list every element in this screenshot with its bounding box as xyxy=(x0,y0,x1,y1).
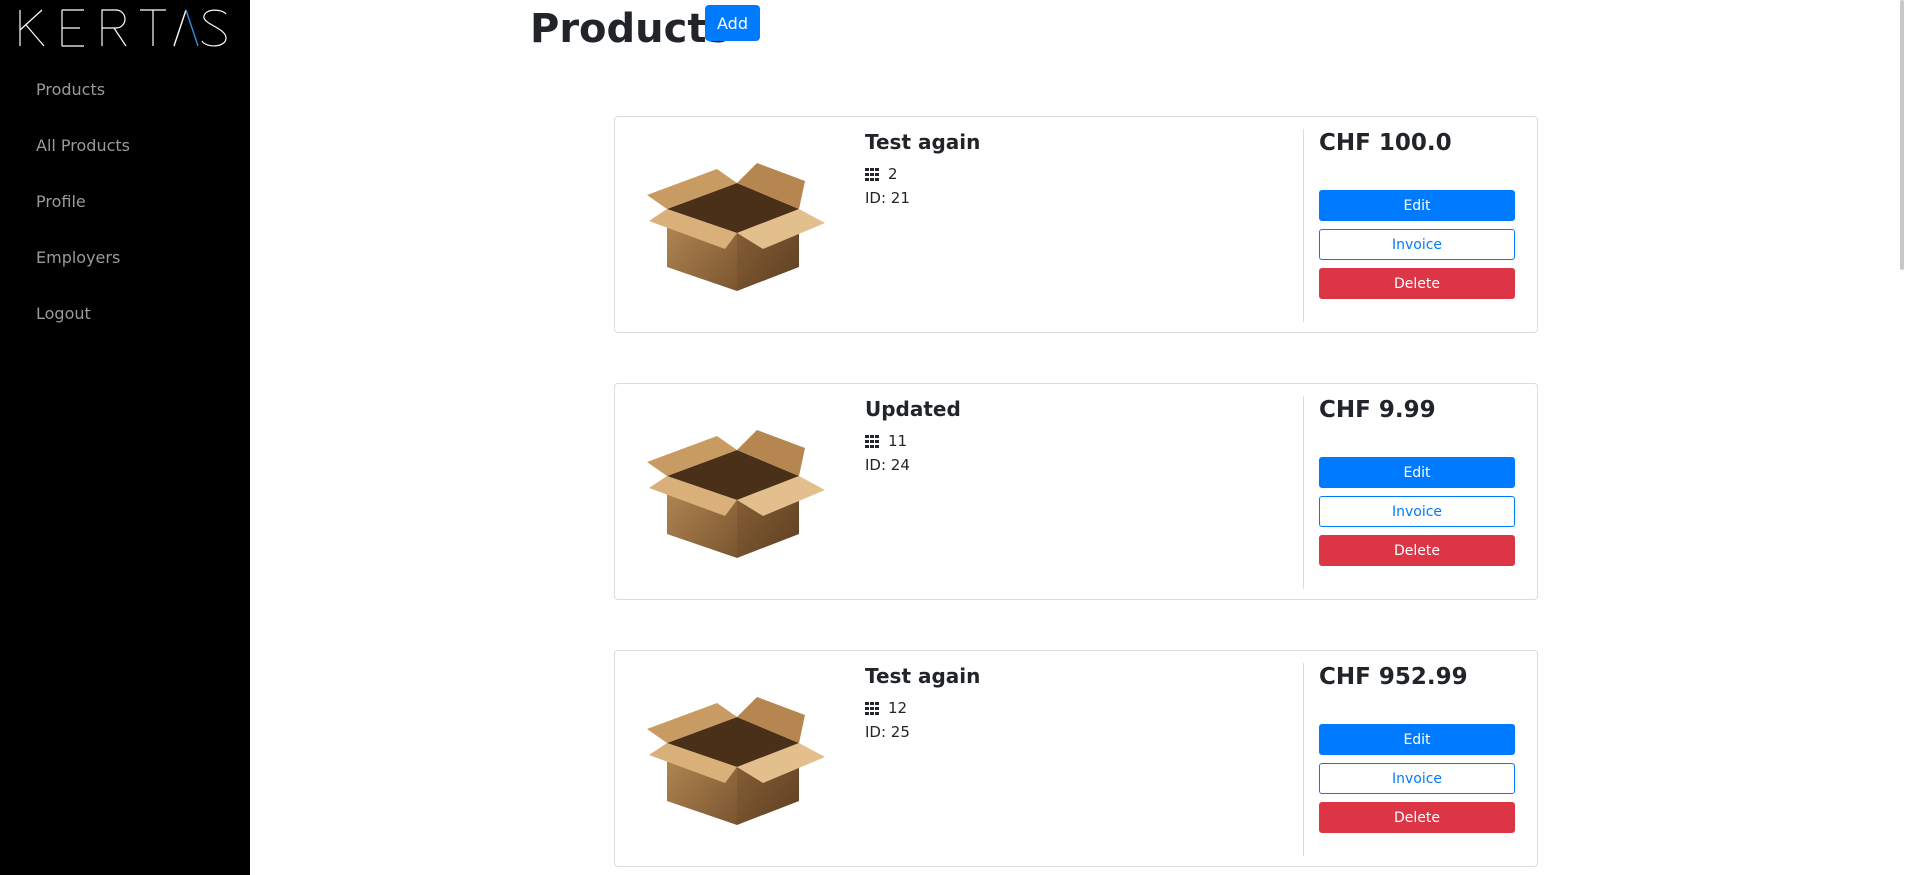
grid-icon xyxy=(865,701,879,715)
page-title: Products xyxy=(530,6,731,52)
sidebar-item-all-products[interactable]: All Products xyxy=(36,136,130,155)
product-card: Test again 12 ID: 25 CHF 952.99 Edit Inv… xyxy=(614,650,1538,867)
edit-button[interactable]: Edit xyxy=(1319,724,1515,755)
quantity-value: 11 xyxy=(888,432,908,450)
quantity-value: 12 xyxy=(888,699,908,717)
product-name: Updated xyxy=(865,397,961,421)
open-box-icon xyxy=(647,430,825,558)
scrollbar[interactable] xyxy=(1898,0,1906,270)
logo[interactable] xyxy=(18,6,230,50)
edit-button[interactable]: Edit xyxy=(1319,457,1515,488)
open-box-icon xyxy=(647,697,825,825)
product-image xyxy=(645,693,829,825)
invoice-button[interactable]: Invoice xyxy=(1319,763,1515,794)
edit-button[interactable]: Edit xyxy=(1319,190,1515,221)
grid-icon xyxy=(865,167,879,181)
product-id: ID: 24 xyxy=(865,456,910,474)
product-card: Updated 11 ID: 24 CHF 9.99 Edit Invoice … xyxy=(614,383,1538,600)
grid-icon xyxy=(865,434,879,448)
product-quantity: 12 xyxy=(865,699,907,717)
quantity-value: 2 xyxy=(888,165,898,183)
product-image xyxy=(645,426,829,558)
sidebar-item-employers[interactable]: Employers xyxy=(36,248,120,267)
delete-button[interactable]: Delete xyxy=(1319,802,1515,833)
product-name: Test again xyxy=(865,130,981,154)
product-id: ID: 25 xyxy=(865,723,910,741)
sidebar-item-products[interactable]: Products xyxy=(36,80,105,99)
product-card: Test again 2 ID: 21 CHF 100.0 Edit Invoi… xyxy=(614,116,1538,333)
delete-button[interactable]: Delete xyxy=(1319,268,1515,299)
product-quantity: 2 xyxy=(865,165,898,183)
card-divider xyxy=(1303,396,1304,589)
product-price: CHF 100.0 xyxy=(1319,130,1452,156)
sidebar-item-profile[interactable]: Profile xyxy=(36,192,86,211)
product-image xyxy=(645,159,829,291)
add-product-button[interactable]: Add xyxy=(705,5,760,41)
invoice-button[interactable]: Invoice xyxy=(1319,496,1515,527)
sidebar: Products All Products Profile Employers … xyxy=(0,0,250,875)
product-id: ID: 21 xyxy=(865,189,910,207)
product-quantity: 11 xyxy=(865,432,907,450)
product-price: CHF 9.99 xyxy=(1319,397,1436,423)
invoice-button[interactable]: Invoice xyxy=(1319,229,1515,260)
sidebar-item-logout[interactable]: Logout xyxy=(36,304,91,323)
delete-button[interactable]: Delete xyxy=(1319,535,1515,566)
card-divider xyxy=(1303,663,1304,856)
product-price: CHF 952.99 xyxy=(1319,664,1468,690)
open-box-icon xyxy=(647,163,825,291)
product-name: Test again xyxy=(865,664,981,688)
kertas-logo-icon xyxy=(19,9,227,47)
card-divider xyxy=(1303,129,1304,322)
